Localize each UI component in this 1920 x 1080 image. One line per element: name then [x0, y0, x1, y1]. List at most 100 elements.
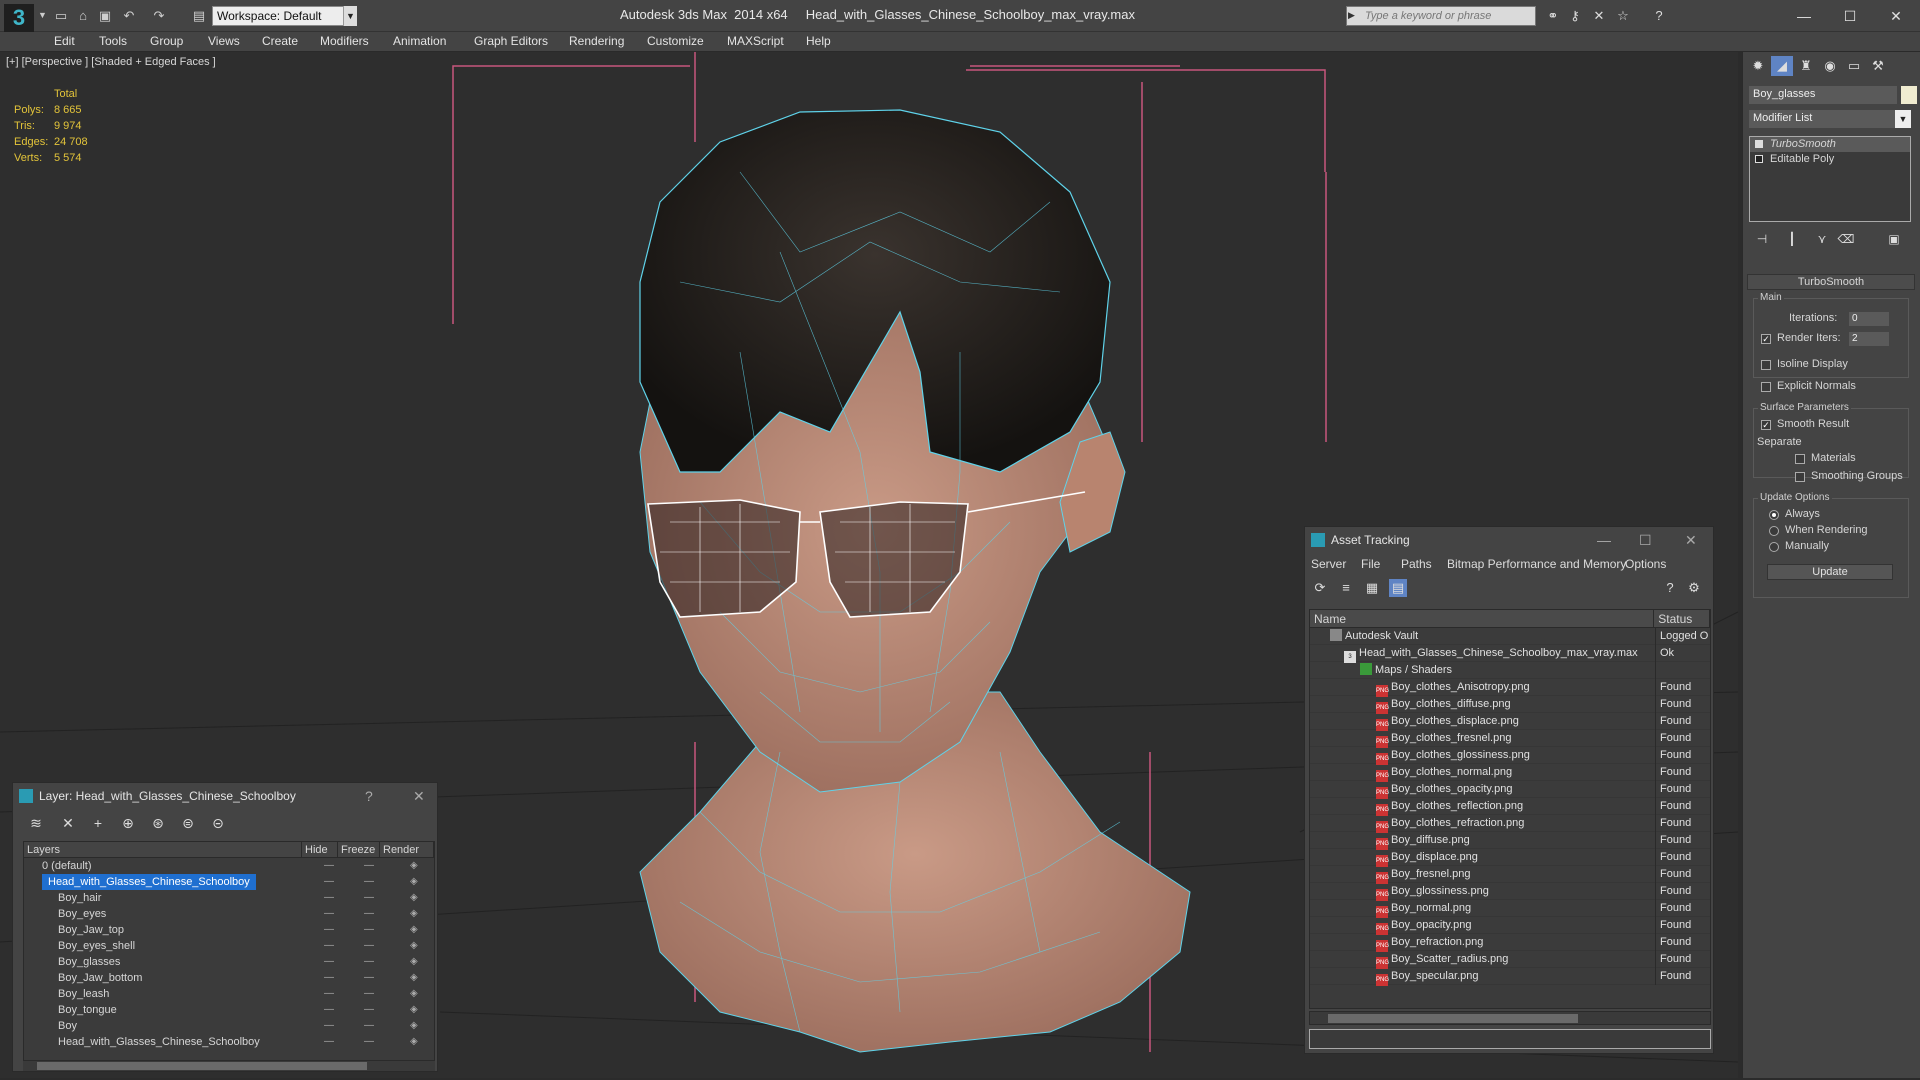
minimize-button[interactable]: — — [1784, 4, 1824, 28]
asset-close-icon[interactable]: ✕ — [1685, 527, 1697, 553]
menu-help[interactable]: Help — [806, 34, 831, 48]
hide-toggle-icon[interactable]: — — [324, 1018, 334, 1034]
render-toggle-icon[interactable]: ◈ — [410, 874, 418, 890]
always-radio[interactable] — [1769, 510, 1779, 520]
asset-help-icon[interactable]: ? — [1661, 579, 1679, 597]
asset-menu-server[interactable]: Server — [1311, 557, 1346, 571]
layer-name[interactable]: Boy_eyes — [58, 906, 106, 922]
layer-row[interactable]: Boy — — ◈ — [24, 1018, 434, 1034]
asset-row[interactable]: PNG Boy_Scatter_radius.png Found — [1310, 951, 1710, 969]
render-toggle-icon[interactable]: ◈ — [410, 922, 418, 938]
asset-row[interactable]: PNG Boy_clothes_refraction.png Found — [1310, 815, 1710, 833]
layer-name[interactable]: Boy_leash — [58, 986, 109, 1002]
layer-name[interactable]: Boy_tongue — [58, 1002, 117, 1018]
list-view-icon[interactable]: ≡ — [1337, 579, 1355, 597]
workspace-dropdown[interactable]: Workspace: Default — [212, 6, 357, 26]
freeze-toggle-icon[interactable]: — — [364, 922, 374, 938]
open-file-icon[interactable]: ⌂ — [74, 8, 92, 24]
viewport-label[interactable]: [+] [Perspective ] [Shaded + Edged Faces… — [6, 56, 216, 68]
project-folder-icon[interactable]: ▤ — [190, 8, 208, 24]
layer-row[interactable]: Boy_eyes_shell — — ◈ — [24, 938, 434, 954]
hide-toggle-icon[interactable]: — — [324, 1002, 334, 1018]
layer-row[interactable]: Boy_tongue — — ◈ — [24, 1002, 434, 1018]
freeze-toggle-icon[interactable]: — — [364, 906, 374, 922]
asset-row[interactable]: PNG Boy_clothes_glossiness.png Found — [1310, 747, 1710, 765]
menu-animation[interactable]: Animation — [393, 34, 446, 48]
render-toggle-icon[interactable]: ◈ — [410, 1002, 418, 1018]
save-file-icon[interactable]: ▣ — [96, 8, 114, 24]
table-view-icon[interactable]: ▤ — [1389, 579, 1407, 597]
asset-minimize-icon[interactable]: — — [1597, 527, 1611, 553]
stack-item-editable-poly[interactable]: Editable Poly — [1750, 152, 1910, 167]
col-status[interactable]: Status — [1654, 610, 1710, 627]
menu-graph-editors[interactable]: Graph Editors — [474, 34, 548, 48]
freeze-toggle-icon[interactable]: — — [364, 858, 374, 874]
render-toggle-icon[interactable]: ◈ — [410, 938, 418, 954]
layer-horizontal-scrollbar[interactable] — [23, 1061, 435, 1071]
asset-name[interactable]: 3 Head_with_Glasses_Chinese_Schoolboy_max… — [1344, 645, 1638, 663]
create-tab-icon[interactable]: ✹ — [1747, 56, 1769, 76]
asset-row[interactable]: PNG Boy_normal.png Found — [1310, 900, 1710, 918]
asset-row[interactable]: PNG Boy_clothes_opacity.png Found — [1310, 781, 1710, 799]
turbosmooth-rollout-header[interactable]: TurboSmooth — [1747, 274, 1915, 290]
asset-menu-file[interactable]: File — [1361, 557, 1380, 571]
render-toggle-icon[interactable]: ◈ — [410, 890, 418, 906]
layer-stack-icon[interactable]: ≋ — [27, 815, 45, 831]
hide-toggle-icon[interactable]: — — [324, 1034, 334, 1050]
layer-row[interactable]: Boy_Jaw_bottom — — ◈ — [24, 970, 434, 986]
asset-name[interactable]: PNG Boy_clothes_diffuse.png — [1376, 696, 1511, 714]
manually-radio[interactable] — [1769, 542, 1779, 552]
configure-sets-icon[interactable]: ▣ — [1885, 230, 1903, 248]
menu-tools[interactable]: Tools — [99, 34, 127, 48]
hide-toggle-icon[interactable]: — — [324, 890, 334, 906]
isoline-display-checkbox[interactable] — [1761, 360, 1771, 370]
hide-toggle-icon[interactable]: — — [324, 858, 334, 874]
render-iters-checkbox[interactable]: ✓ — [1761, 334, 1771, 344]
hide-toggle-icon[interactable]: — — [324, 938, 334, 954]
menu-rendering[interactable]: Rendering — [569, 34, 624, 48]
asset-name[interactable]: PNG Boy_normal.png — [1376, 900, 1471, 918]
layer-name[interactable]: Head_with_Glasses_Chinese_Schoolboy — [42, 874, 256, 890]
menu-customize[interactable]: Customize — [647, 34, 704, 48]
menu-create[interactable]: Create — [262, 34, 298, 48]
layer-row[interactable]: Boy_Jaw_top — — ◈ — [24, 922, 434, 938]
search-expand-icon[interactable]: ▶ — [1348, 10, 1355, 21]
utilities-tab-icon[interactable]: ⚒ — [1867, 56, 1889, 76]
col-hide[interactable]: Hide — [302, 842, 338, 857]
layer-row[interactable]: Boy_leash — — ◈ — [24, 986, 434, 1002]
asset-row[interactable]: PNG Boy_clothes_diffuse.png Found — [1310, 696, 1710, 714]
refresh-icon[interactable]: ⟳ — [1311, 579, 1329, 597]
app-logo-icon[interactable]: 3 — [4, 4, 34, 32]
render-toggle-icon[interactable]: ◈ — [410, 1018, 418, 1034]
asset-horizontal-scrollbar[interactable] — [1309, 1011, 1711, 1025]
asset-row[interactable]: PNG Boy_displace.png Found — [1310, 849, 1710, 867]
render-toggle-icon[interactable]: ◈ — [410, 986, 418, 1002]
asset-name[interactable]: PNG Boy_clothes_normal.png — [1376, 764, 1512, 782]
render-toggle-icon[interactable]: ◈ — [410, 858, 418, 874]
asset-menu-paths[interactable]: Paths — [1401, 557, 1432, 571]
hide-all-layers-icon[interactable]: ⊜ — [179, 815, 197, 831]
layer-row[interactable]: Boy_eyes — — ◈ — [24, 906, 434, 922]
menu-edit[interactable]: Edit — [54, 34, 75, 48]
maximize-button[interactable]: ☐ — [1830, 4, 1870, 28]
hierarchy-tab-icon[interactable]: ♜ — [1795, 56, 1817, 76]
lightbulb-icon[interactable] — [1755, 140, 1763, 148]
asset-name[interactable]: PNG Boy_clothes_displace.png — [1376, 713, 1519, 731]
modify-tab-icon[interactable]: ◢ — [1771, 56, 1793, 76]
workspace-chevron-icon[interactable]: ▼ — [343, 6, 357, 26]
asset-name[interactable]: PNG Boy_refraction.png — [1376, 934, 1483, 952]
layer-name[interactable]: Boy_Jaw_top — [58, 922, 124, 938]
asset-name[interactable]: PNG Boy_clothes_glossiness.png — [1376, 747, 1530, 765]
freeze-toggle-icon[interactable]: — — [364, 874, 374, 890]
asset-name[interactable]: PNG Boy_clothes_Anisotropy.png — [1376, 679, 1530, 697]
layer-name[interactable]: Head_with_Glasses_Chinese_Schoolboy — [58, 1034, 260, 1050]
highlight-layer-icon[interactable]: ⊛ — [149, 815, 167, 831]
iterations-spinner[interactable]: 0 — [1849, 312, 1889, 326]
modifier-list-chevron-icon[interactable]: ▼ — [1895, 110, 1911, 128]
asset-row[interactable]: PNG Boy_clothes_displace.png Found — [1310, 713, 1710, 731]
layer-row[interactable]: Boy_glasses — — ◈ — [24, 954, 434, 970]
asset-maximize-icon[interactable]: ☐ — [1639, 527, 1652, 553]
object-name-field[interactable]: Boy_glasses — [1749, 86, 1897, 104]
star-icon[interactable]: ☆ — [1614, 8, 1632, 24]
layer-row[interactable]: Head_with_Glasses_Chinese_Schoolboy — — ◈ — [24, 874, 434, 890]
